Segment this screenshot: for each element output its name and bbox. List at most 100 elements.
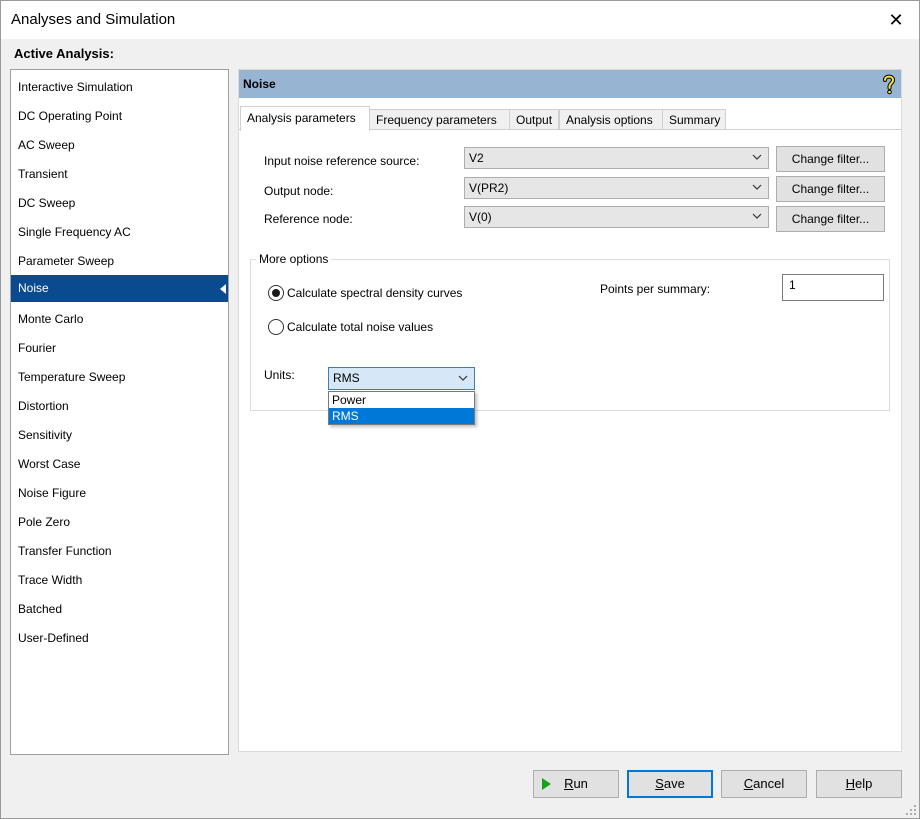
- analysis-item-label: Monte Carlo: [18, 312, 84, 326]
- points-per-summary-input[interactable]: 1: [782, 274, 884, 301]
- units-select[interactable]: RMS: [328, 367, 475, 390]
- change-filter-button[interactable]: Change filter...: [776, 176, 885, 202]
- cancel-button[interactable]: Cancel: [721, 770, 807, 798]
- analysis-item-label: Transfer Function: [18, 544, 112, 558]
- analysis-item-label: Distortion: [18, 399, 69, 413]
- analysis-item-pole-zero[interactable]: Pole Zero: [11, 509, 228, 536]
- tab-summary[interactable]: Summary: [662, 109, 726, 130]
- window-title: Analyses and Simulation: [11, 11, 176, 28]
- active-analysis-label: Active Analysis:: [14, 46, 114, 61]
- save-button[interactable]: Save: [627, 770, 713, 798]
- more-options-title: More options: [256, 252, 332, 266]
- analysis-item-worst-case[interactable]: Worst Case: [11, 451, 228, 478]
- analysis-item-label: AC Sweep: [18, 138, 75, 152]
- analysis-item-monte-carlo[interactable]: Monte Carlo: [11, 306, 228, 333]
- analysis-item-label: Noise: [18, 281, 49, 295]
- cancel-label-rest: ancel: [753, 776, 785, 791]
- close-button[interactable]: ✕: [873, 1, 919, 39]
- analysis-item-label: Parameter Sweep: [18, 254, 115, 268]
- analysis-item-fourier[interactable]: Fourier: [11, 335, 228, 362]
- chevron-down-icon: [752, 154, 762, 160]
- analysis-item-ac-sweep[interactable]: AC Sweep: [11, 132, 228, 159]
- input-noise-source-select[interactable]: V2: [464, 147, 769, 169]
- combo-value: V(0): [469, 210, 492, 224]
- combo-value: RMS: [333, 371, 360, 385]
- analysis-item-temperature-sweep[interactable]: Temperature Sweep: [11, 364, 228, 391]
- analysis-item-interactive-simulation[interactable]: Interactive Simulation: [11, 74, 228, 101]
- units-option-rms[interactable]: RMS: [329, 408, 474, 424]
- analysis-item-batched[interactable]: Batched: [11, 596, 228, 623]
- button-label: Change filter...: [791, 212, 870, 226]
- tab-label: Analysis parameters: [247, 111, 356, 125]
- run-button[interactable]: Run: [533, 770, 619, 798]
- analysis-item-noise-figure[interactable]: Noise Figure: [11, 480, 228, 507]
- run-label-rest: un: [573, 776, 588, 791]
- tab-analysis-options[interactable]: Analysis options: [559, 109, 663, 130]
- selection-arrow-icon: [220, 284, 226, 294]
- input-noise-source-label: Input noise reference source:: [264, 154, 420, 168]
- analysis-settings-panel: Noise Analysis parameters Frequency para…: [238, 69, 902, 752]
- spectral-density-radio[interactable]: [268, 285, 284, 301]
- analysis-item-user-defined[interactable]: User-Defined: [11, 625, 228, 652]
- analysis-item-label: Interactive Simulation: [18, 80, 133, 94]
- tab-label: Output: [516, 113, 553, 127]
- output-node-label: Output node:: [264, 184, 334, 198]
- analysis-item-sensitivity[interactable]: Sensitivity: [11, 422, 228, 449]
- units-label: Units:: [264, 368, 295, 382]
- input-value: 1: [789, 278, 796, 292]
- analysis-item-label: Temperature Sweep: [18, 370, 126, 384]
- analysis-item-label: Fourier: [18, 341, 57, 355]
- analysis-item-label: Trace Width: [18, 573, 83, 587]
- points-per-summary-label: Points per summary:: [600, 282, 711, 296]
- analysis-item-label: Noise Figure: [18, 486, 87, 500]
- help-label-rest: elp: [855, 776, 873, 791]
- output-node-select[interactable]: V(PR2): [464, 177, 769, 199]
- resize-grip-icon[interactable]: [905, 804, 917, 816]
- title-bar: Analyses and Simulation ✕: [1, 1, 919, 39]
- tab-output[interactable]: Output: [509, 109, 559, 130]
- analysis-list[interactable]: Interactive Simulation DC Operating Poin…: [10, 69, 229, 755]
- combo-value: V2: [469, 151, 484, 165]
- combo-value: V(PR2): [469, 181, 509, 195]
- analysis-item-label: User-Defined: [18, 631, 89, 645]
- analysis-item-transient[interactable]: Transient: [11, 161, 228, 188]
- analysis-item-label: DC Sweep: [18, 196, 76, 210]
- save-accelerator: S: [655, 776, 664, 791]
- units-option-power[interactable]: Power: [329, 392, 474, 408]
- help-button[interactable]: Help: [816, 770, 902, 798]
- units-dropdown-list: Power RMS: [328, 391, 475, 425]
- analysis-item-distortion[interactable]: Distortion: [11, 393, 228, 420]
- reference-node-label: Reference node:: [264, 212, 353, 226]
- analysis-item-label: Transient: [18, 167, 68, 181]
- analysis-item-dc-sweep[interactable]: DC Sweep: [11, 190, 228, 217]
- analysis-item-dc-operating-point[interactable]: DC Operating Point: [11, 103, 228, 130]
- help-accelerator: H: [845, 776, 856, 791]
- question-mark-icon[interactable]: [881, 73, 897, 95]
- tab-frequency-parameters[interactable]: Frequency parameters: [369, 109, 510, 130]
- save-label-rest: ave: [663, 776, 685, 791]
- chevron-down-icon: [458, 375, 468, 381]
- change-filter-button[interactable]: Change filter...: [776, 146, 885, 172]
- panel-header: Noise: [239, 70, 901, 98]
- play-icon: [542, 778, 551, 790]
- analysis-item-parameter-sweep[interactable]: Parameter Sweep: [11, 248, 228, 275]
- analysis-item-single-frequency-ac[interactable]: Single Frequency AC: [11, 219, 228, 246]
- option-label: Power: [332, 393, 367, 407]
- analysis-item-label: Sensitivity: [18, 428, 73, 442]
- cancel-accelerator: C: [743, 776, 754, 791]
- reference-node-select[interactable]: V(0): [464, 206, 769, 228]
- change-filter-button[interactable]: Change filter...: [776, 206, 885, 232]
- button-label: Change filter...: [791, 182, 870, 196]
- button-label: Change filter...: [791, 152, 870, 166]
- analysis-item-trace-width[interactable]: Trace Width: [11, 567, 228, 594]
- analysis-item-transfer-function[interactable]: Transfer Function: [11, 538, 228, 565]
- tab-analysis-parameters[interactable]: Analysis parameters: [240, 106, 370, 131]
- analysis-item-label: Worst Case: [18, 457, 81, 471]
- analysis-item-label: Batched: [18, 602, 63, 616]
- tab-label: Analysis options: [566, 113, 653, 127]
- tab-label: Summary: [669, 113, 721, 127]
- close-icon: ✕: [888, 9, 904, 30]
- analysis-item-label: Single Frequency AC: [18, 225, 131, 239]
- total-noise-radio[interactable]: [268, 319, 284, 335]
- analysis-item-noise[interactable]: Noise: [11, 275, 228, 302]
